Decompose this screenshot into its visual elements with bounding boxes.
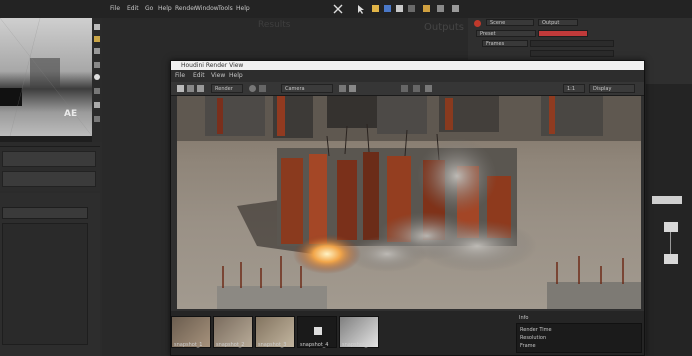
eye-icon[interactable]: [94, 74, 100, 80]
help-icon[interactable]: [452, 5, 459, 12]
render-info-panel: Info Render Time Resolution Frame: [516, 315, 642, 353]
window-titlebar[interactable]: Houdini Render View: [171, 61, 644, 70]
render-view-window: Houdini Render View File Edit View Help …: [170, 60, 645, 356]
window-menu-help[interactable]: Help: [229, 72, 243, 80]
menu-help[interactable]: Help: [158, 5, 172, 13]
window-menu-file[interactable]: File: [175, 72, 185, 80]
right-field-output[interactable]: Output: [538, 19, 578, 26]
compare-icon[interactable]: [425, 85, 432, 92]
left-scene-preview[interactable]: [0, 17, 93, 137]
left-param-row[interactable]: [2, 207, 88, 219]
snapshot-thumb-3[interactable]: snapshot_3: [255, 316, 295, 348]
snap-icon[interactable]: [94, 116, 100, 122]
alpha-icon[interactable]: [413, 85, 420, 92]
grid-icon[interactable]: [437, 5, 444, 12]
menu-tools[interactable]: Tools: [218, 5, 233, 13]
lock-icon[interactable]: [396, 5, 403, 12]
window-toolbar: Render Camera 1:1 Display: [171, 82, 644, 96]
left-field-2[interactable]: [2, 171, 96, 187]
snapshot-thumb-4[interactable]: snapshot_4: [297, 316, 337, 348]
node-wire: [670, 232, 671, 254]
channel-icon[interactable]: [349, 85, 356, 92]
right-field-camera[interactable]: [530, 50, 614, 57]
render-select[interactable]: Render: [211, 84, 243, 93]
left-overlay-label: AE: [64, 109, 78, 119]
collapse-render-image: [177, 96, 641, 309]
left-param-list[interactable]: [2, 223, 88, 345]
node-box-2[interactable]: [664, 222, 678, 232]
camera-select[interactable]: Camera: [281, 84, 333, 93]
reset-icon[interactable]: [408, 5, 415, 12]
options-icon[interactable]: [339, 85, 346, 92]
refresh-icon[interactable]: [249, 85, 256, 92]
right-field-frames[interactable]: Frames: [482, 40, 528, 47]
menu-go[interactable]: Go: [145, 5, 153, 13]
info-line-2: Resolution: [520, 335, 547, 341]
right-field-path[interactable]: [530, 40, 614, 47]
info-header: Info: [519, 315, 529, 321]
info-line-1: Render Time: [520, 327, 552, 333]
window-menu-edit[interactable]: Edit: [193, 72, 205, 80]
snapshot-thumb-1[interactable]: snapshot_1: [171, 316, 211, 348]
app-menubar: File Edit Go Help Render Window Tools He…: [0, 0, 692, 19]
camera-icon[interactable]: [94, 88, 100, 94]
plug-icon[interactable]: [384, 5, 391, 12]
render-viewport[interactable]: [177, 96, 641, 309]
info-line-3: Frame: [520, 343, 536, 349]
lock-icon[interactable]: [94, 48, 100, 54]
zoom-field[interactable]: 1:1: [563, 84, 585, 93]
menu-edit[interactable]: Edit: [127, 5, 139, 13]
snapshot-thumb-5[interactable]: snapshot_5: [339, 316, 379, 348]
menu-help-2[interactable]: Help: [236, 5, 250, 13]
left-properties-panel: [0, 146, 100, 191]
render-icon[interactable]: [177, 85, 184, 92]
folder-icon[interactable]: [372, 5, 379, 12]
window-title: Houdini Render View: [181, 62, 244, 69]
snapshot-strip: snapshot_1 snapshot_2 snapshot_3 snapsho…: [171, 311, 644, 355]
snapshot-thumb-2[interactable]: snapshot_2: [213, 316, 253, 348]
right-field-preset[interactable]: Preset: [476, 30, 536, 37]
left-toolbar: [92, 18, 102, 142]
menu-window[interactable]: Window: [195, 5, 219, 13]
record-icon[interactable]: [474, 20, 481, 27]
right-field-scene[interactable]: Scene: [486, 19, 534, 26]
right-field-range[interactable]: [538, 30, 588, 37]
node-box-3[interactable]: [664, 254, 678, 264]
workspace-watermark: Results: [258, 20, 291, 30]
outputs-watermark: Outputs: [424, 22, 464, 33]
bookmark-icon[interactable]: [423, 5, 430, 12]
display-select[interactable]: Display: [589, 84, 635, 93]
left-parameter-panel: [0, 193, 100, 356]
brush-icon[interactable]: [94, 24, 100, 30]
color-icon[interactable]: [401, 85, 408, 92]
node-box[interactable]: [652, 196, 682, 204]
right-node-graph[interactable]: [646, 84, 692, 356]
thumb-object: [314, 327, 322, 335]
window-menu-view[interactable]: View: [211, 72, 225, 80]
cursor-icon[interactable]: [356, 4, 366, 14]
menu-render[interactable]: Render: [175, 5, 196, 13]
shape-icon[interactable]: [94, 62, 100, 68]
grid-icon[interactable]: [259, 85, 266, 92]
left-field-1[interactable]: [2, 151, 96, 167]
close-icon[interactable]: [333, 4, 343, 14]
debris-render: [0, 17, 93, 137]
eraser-icon[interactable]: [94, 36, 100, 42]
menu-file[interactable]: File: [110, 5, 120, 13]
region-icon[interactable]: [197, 85, 204, 92]
stop-icon[interactable]: [187, 85, 194, 92]
light-icon[interactable]: [94, 102, 100, 108]
